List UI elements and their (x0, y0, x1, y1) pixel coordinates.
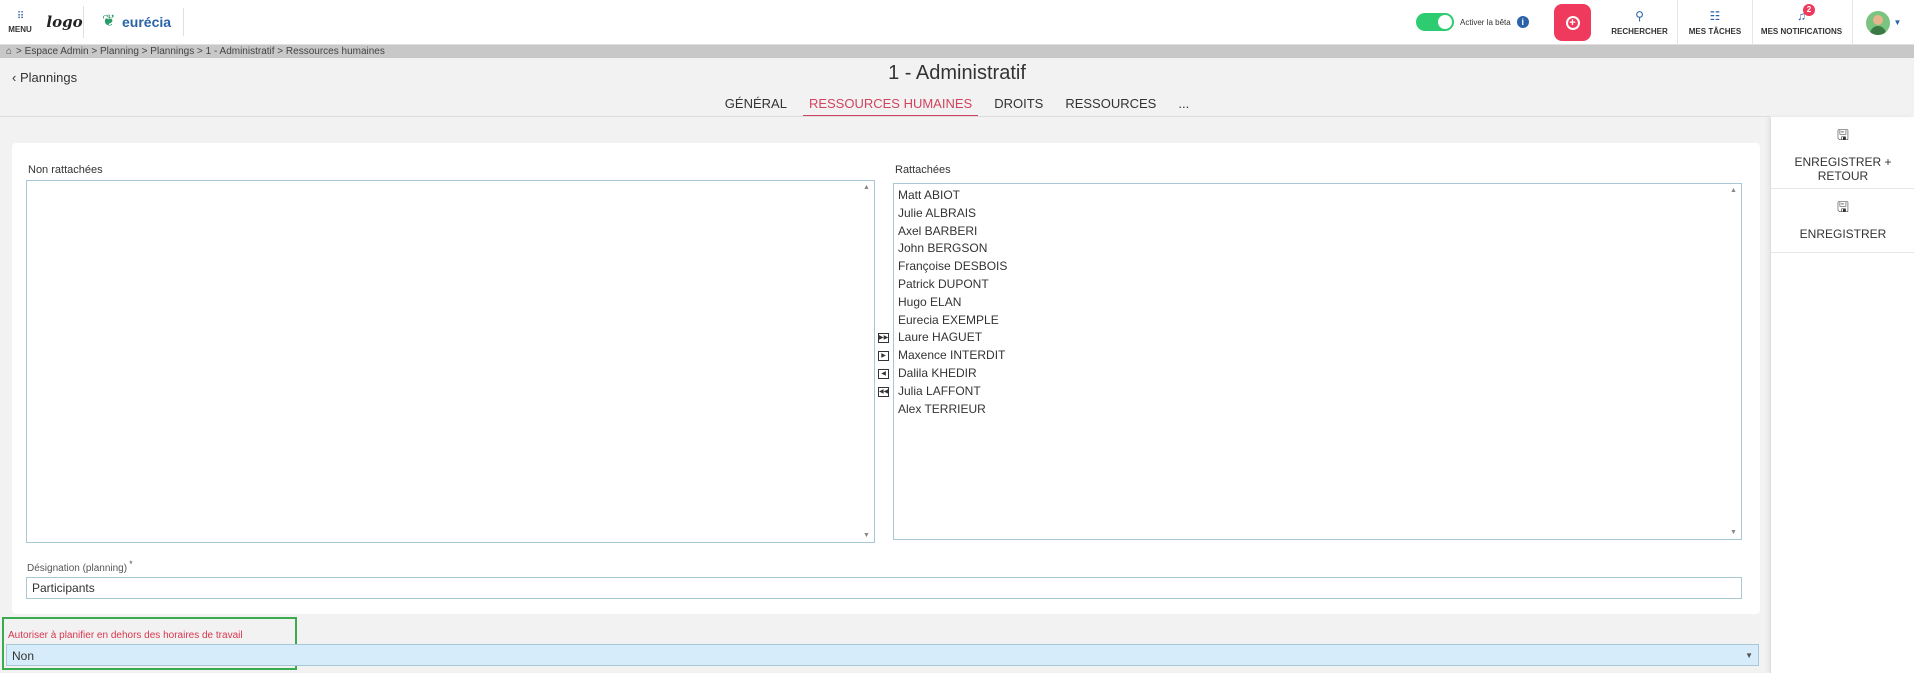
list-item[interactable]: Laure HAGUET (898, 329, 1737, 347)
list-item[interactable]: Hugo ELAN (898, 294, 1737, 312)
plus-icon: + (1565, 15, 1580, 30)
save-return-label: ENREGISTRER + RETOUR (1794, 155, 1892, 183)
list-item[interactable]: Julia LAFFONT (898, 383, 1737, 401)
chevron-left-icon: ‹ (12, 70, 17, 85)
list-scrollbar[interactable]: ▲ ▼ (1727, 184, 1741, 539)
move-all-left-button[interactable]: ◀◀ (878, 387, 889, 397)
tasks-label: MES TÂCHES (1688, 27, 1742, 36)
tab-general[interactable]: GÉNÉRAL (719, 96, 793, 116)
move-left-button[interactable]: ◀ (878, 369, 889, 379)
unattached-list[interactable]: ▲ ▼ (26, 180, 875, 543)
move-all-right-button[interactable]: ▶▶ (878, 333, 889, 343)
home-icon[interactable]: ⌂ (6, 46, 12, 57)
tasks-button[interactable]: ☷ MES TÂCHES (1677, 0, 1752, 45)
actions-panel: 🖫 ENREGISTRER + RETOUR 🖫 ENREGISTRER (1770, 117, 1914, 673)
list-item[interactable]: Françoise DESBOIS (898, 258, 1737, 276)
move-buttons: ▶▶ ▶ ◀ ◀◀ (878, 333, 890, 405)
beta-label: Activer la bêta (1460, 17, 1511, 27)
list-item[interactable]: Julie ALBRAIS (898, 205, 1737, 223)
bell-icon: ♫ 2 (1797, 4, 1815, 23)
scroll-up-icon[interactable]: ▲ (1730, 187, 1737, 194)
outside-hours-value: Non (12, 649, 35, 663)
user-menu[interactable]: ▼ (1852, 0, 1914, 45)
list-item[interactable]: John BERGSON (898, 240, 1737, 258)
list-item[interactable]: Alex TERRIEUR (898, 401, 1737, 419)
menu-label: MENU (8, 24, 32, 34)
attached-list[interactable]: Matt ABIOT Julie ALBRAIS Axel BARBERI John … (893, 183, 1742, 540)
chevron-down-icon: ▼ (1893, 18, 1902, 27)
tab-bar: GÉNÉRAL RESSOURCES HUMAINES DROITS RESSO… (0, 96, 1914, 116)
move-right-button[interactable]: ▶ (878, 351, 889, 361)
tab-more[interactable]: ... (1172, 96, 1195, 116)
unattached-label: Non rattachées (28, 164, 103, 176)
attached-label: Rattachées (895, 164, 951, 176)
list-item[interactable]: Matt ABIOT (898, 187, 1737, 205)
checklist-icon: ☷ (1709, 9, 1721, 23)
logo-text: logo (46, 13, 83, 31)
save-icon: 🖫 (1837, 199, 1849, 215)
list-item[interactable]: Dalila KHEDIR (898, 365, 1737, 383)
back-link[interactable]: ‹ Plannings (12, 70, 77, 85)
company-logo[interactable]: logo (46, 6, 84, 38)
back-label: Plannings (19, 70, 78, 85)
grid-icon: ⠿ (16, 10, 24, 22)
tab-ressources-humaines[interactable]: RESSOURCES HUMAINES (802, 96, 979, 116)
save-return-icon: 🖫 (1837, 127, 1849, 143)
tab-droits[interactable]: DROITS (988, 96, 1049, 116)
outside-hours-select[interactable]: Non ▼ (6, 644, 1759, 666)
designation-input[interactable] (26, 577, 1742, 599)
page-title: 1 - Administratif (888, 62, 1026, 84)
search-label: RECHERCHER (1611, 27, 1668, 36)
list-scrollbar[interactable]: ▲ ▼ (860, 181, 874, 542)
breadcrumb: ⌂ > Espace Admin > Planning > Plannings … (0, 45, 1914, 58)
info-icon[interactable]: i (1516, 16, 1529, 28)
search-icon: ⚲ (1635, 9, 1644, 23)
notification-badge: 2 (1803, 4, 1815, 16)
list-item[interactable]: Axel BARBERI (898, 223, 1737, 241)
save-label: ENREGISTRER (1799, 227, 1887, 241)
tab-ressources[interactable]: RESSOURCES (1059, 96, 1162, 116)
breadcrumb-text[interactable]: > Espace Admin > Planning > Plannings > … (16, 46, 385, 57)
list-item[interactable]: Maxence INTERDIT (898, 347, 1737, 365)
attached-items: Matt ABIOT Julie ALBRAIS Axel BARBERI John … (894, 184, 1741, 421)
save-return-button[interactable]: 🖫 ENREGISTRER + RETOUR (1771, 117, 1914, 189)
brand-name: eurécia (122, 14, 172, 30)
scroll-down-icon[interactable]: ▼ (1730, 529, 1737, 536)
add-button[interactable]: + (1554, 4, 1591, 41)
notifications-button[interactable]: ♫ 2 MES NOTIFICATIONS (1752, 0, 1850, 45)
menu-button[interactable]: ⠿ MENU (0, 0, 40, 45)
brand-logo[interactable]: ❦ eurécia (102, 8, 184, 36)
notifications-label: MES NOTIFICATIONS (1760, 27, 1843, 36)
save-button[interactable]: 🖫 ENREGISTRER (1771, 189, 1914, 253)
list-item[interactable]: Eurecia EXEMPLE (898, 312, 1737, 330)
tabs-divider (0, 116, 1770, 117)
chevron-down-icon: ▼ (1745, 651, 1753, 660)
search-button[interactable]: ⚲ RECHERCHER (1602, 0, 1677, 45)
scroll-down-icon[interactable]: ▼ (863, 532, 870, 539)
list-item[interactable]: Patrick DUPONT (898, 276, 1737, 294)
scroll-up-icon[interactable]: ▲ (863, 184, 870, 191)
leaf-icon: ❦ (102, 13, 116, 30)
required-mark: * (129, 559, 133, 569)
designation-label-text: Désignation (planning) (27, 563, 128, 574)
top-bar: ⠿ MENU logo ❦ eurécia Activer la bêta i … (0, 0, 1914, 45)
beta-toggle-group: Activer la bêta i (1416, 12, 1529, 32)
outside-hours-label: Autoriser à planifier en dehors des hora… (8, 630, 243, 641)
designation-label: Désignation (planning) * (27, 559, 133, 574)
avatar (1865, 10, 1890, 35)
beta-toggle[interactable] (1416, 13, 1454, 31)
